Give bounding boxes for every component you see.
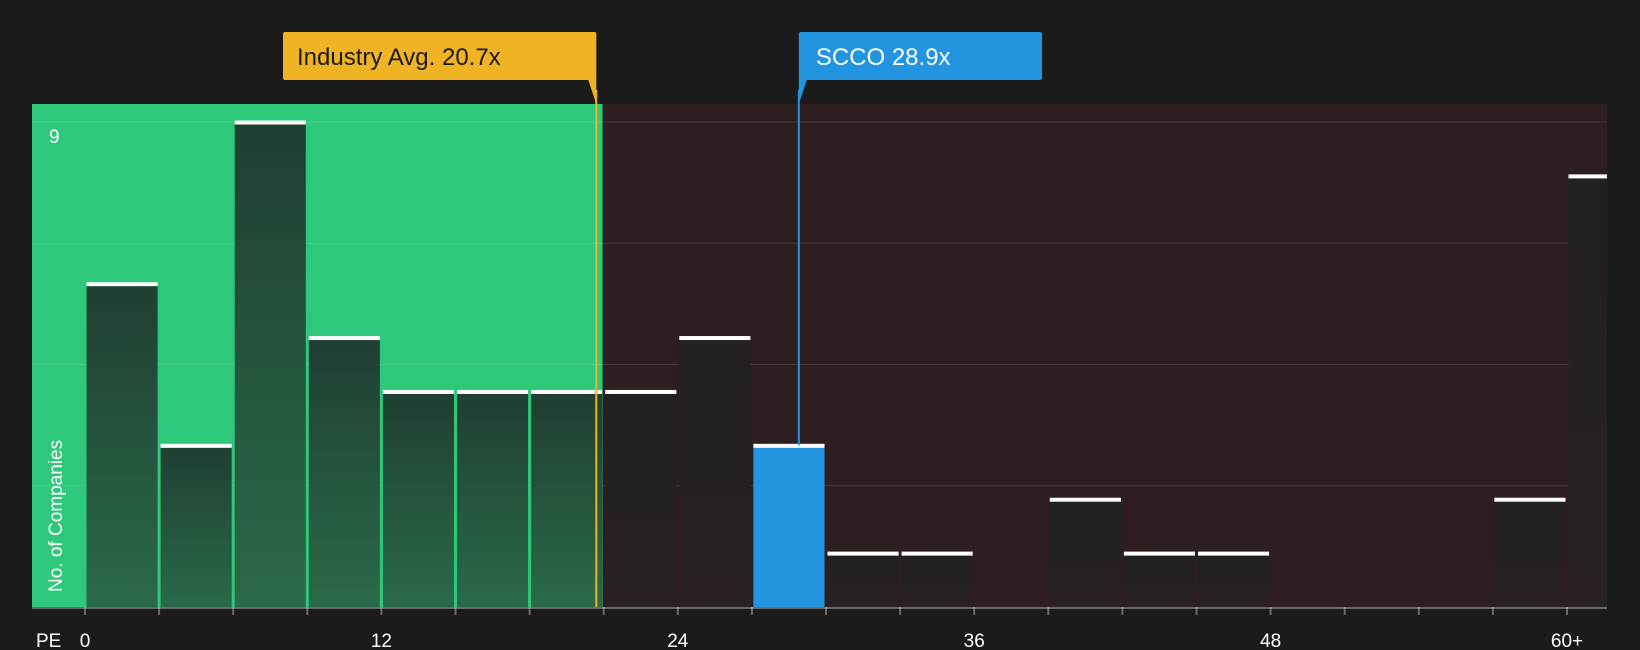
y-tick-max-label: 9 bbox=[49, 127, 60, 148]
histogram-bar bbox=[1494, 499, 1566, 607]
histogram-bar-cap bbox=[86, 282, 158, 287]
y-axis-label: No. of Companies bbox=[46, 440, 67, 592]
histogram-bar-cap bbox=[1568, 174, 1607, 179]
histogram-bar-cap bbox=[457, 389, 529, 394]
histogram-bar bbox=[457, 391, 529, 607]
histogram-svg: 0 12 24 36 48 60+ No. of Companies 9 PE Indus… bbox=[32, 32, 1607, 650]
x-axis-label: PE bbox=[36, 631, 61, 650]
histogram-bar bbox=[1123, 553, 1195, 607]
industry-average-label: Industry Avg. 20.7x bbox=[297, 44, 501, 71]
histogram-bar bbox=[827, 553, 899, 607]
histogram-bar-cap bbox=[753, 443, 825, 448]
histogram-bar bbox=[308, 337, 380, 607]
histogram-bar-cap bbox=[1049, 497, 1121, 502]
histogram-bar bbox=[753, 445, 825, 607]
x-axis-ticks: 0 12 24 36 48 60+ bbox=[80, 607, 1583, 650]
histogram-bar bbox=[901, 553, 973, 607]
x-tick-label: 12 bbox=[371, 631, 392, 650]
histogram-bar-cap bbox=[1123, 551, 1195, 556]
histogram-bar bbox=[160, 445, 232, 607]
histogram-bar-cap bbox=[234, 120, 306, 125]
histogram-bar bbox=[86, 283, 158, 607]
x-tick-label: 24 bbox=[667, 631, 689, 650]
pe-distribution-chart: 0 12 24 36 48 60+ No. of Companies 9 PE Indus… bbox=[0, 0, 1640, 650]
histogram-bar bbox=[1049, 499, 1121, 607]
histogram-bar-cap bbox=[160, 443, 232, 448]
histogram-bar bbox=[1568, 175, 1607, 607]
histogram-bar-cap bbox=[901, 551, 973, 556]
histogram-bar-cap bbox=[1198, 551, 1270, 556]
histogram-bar bbox=[234, 122, 306, 607]
company-pe-label: SCCO 28.9x bbox=[816, 44, 951, 71]
histogram-bar-cap bbox=[1494, 497, 1566, 502]
histogram-bar-cap bbox=[827, 551, 899, 556]
histogram-bar bbox=[679, 337, 751, 607]
histogram-bar bbox=[1198, 553, 1270, 607]
histogram-bar bbox=[531, 391, 603, 607]
histogram-bar-cap bbox=[382, 389, 454, 394]
x-tick-label: 60+ bbox=[1551, 631, 1583, 650]
histogram-bar-cap bbox=[308, 336, 380, 341]
histogram-bar bbox=[605, 391, 677, 607]
histogram-bar-cap bbox=[531, 389, 603, 394]
x-tick-label: 36 bbox=[964, 631, 985, 650]
histogram-bar bbox=[382, 391, 454, 607]
x-tick-label: 0 bbox=[80, 631, 91, 650]
histogram-bar-cap bbox=[679, 336, 751, 341]
histogram-bar-cap bbox=[605, 389, 677, 394]
x-tick-label: 48 bbox=[1260, 631, 1281, 650]
